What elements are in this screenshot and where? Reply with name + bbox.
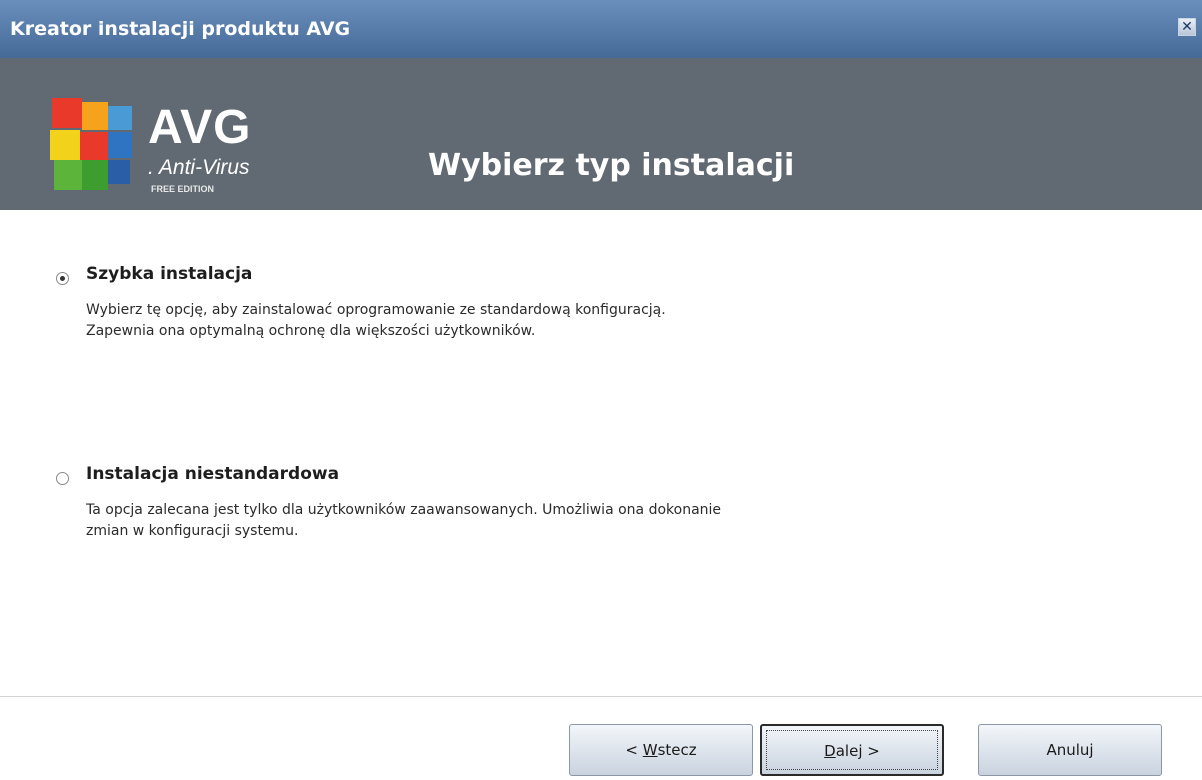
radio-quick-install[interactable] — [56, 272, 69, 285]
close-icon[interactable]: ✕ — [1178, 18, 1196, 36]
option-label[interactable]: Instalacja niestandardowa — [86, 464, 339, 484]
logo-product: . Anti-Virus — [148, 156, 250, 179]
cancel-button[interactable]: Anuluj — [978, 724, 1162, 776]
option-description: Wybierz tę opcję, aby zainstalować oprog… — [86, 300, 666, 342]
radio-custom-install[interactable] — [56, 472, 69, 485]
title-bar: Kreator instalacji produktu AVG ✕ — [0, 0, 1202, 59]
description-line: zmian w konfiguracji systemu. — [86, 523, 299, 539]
back-button[interactable]: < Wstecz — [569, 724, 753, 776]
next-accelerator: D — [824, 742, 836, 760]
description-line: Zapewnia ona optymalną ochronę dla więks… — [86, 323, 536, 339]
page-title: Wybierz typ instalacji — [428, 148, 795, 183]
next-rest: alej > — [835, 742, 880, 760]
back-prefix: < — [625, 741, 643, 759]
logo-edition: FREE EDITION — [151, 184, 215, 194]
avg-logo-icon — [50, 98, 132, 190]
description-line: Ta opcja zalecana jest tylko dla użytkow… — [86, 502, 722, 518]
option-label[interactable]: Szybka instalacja — [86, 264, 252, 284]
footer-divider — [0, 696, 1202, 697]
back-rest: stecz — [657, 741, 697, 759]
description-line: Wybierz tę opcję, aby zainstalować oprog… — [86, 302, 666, 318]
back-accelerator: W — [642, 741, 658, 759]
window-title: Kreator instalacji produktu AVG — [10, 18, 351, 40]
next-button[interactable]: Dalej > — [760, 724, 944, 776]
header-banner: AVG . Anti-Virus FREE EDITION Wybierz ty… — [0, 58, 1202, 210]
option-description: Ta opcja zalecana jest tylko dla użytkow… — [86, 500, 721, 542]
avg-logo: AVG . Anti-Virus FREE EDITION — [48, 94, 278, 204]
logo-brand: AVG — [148, 101, 252, 154]
